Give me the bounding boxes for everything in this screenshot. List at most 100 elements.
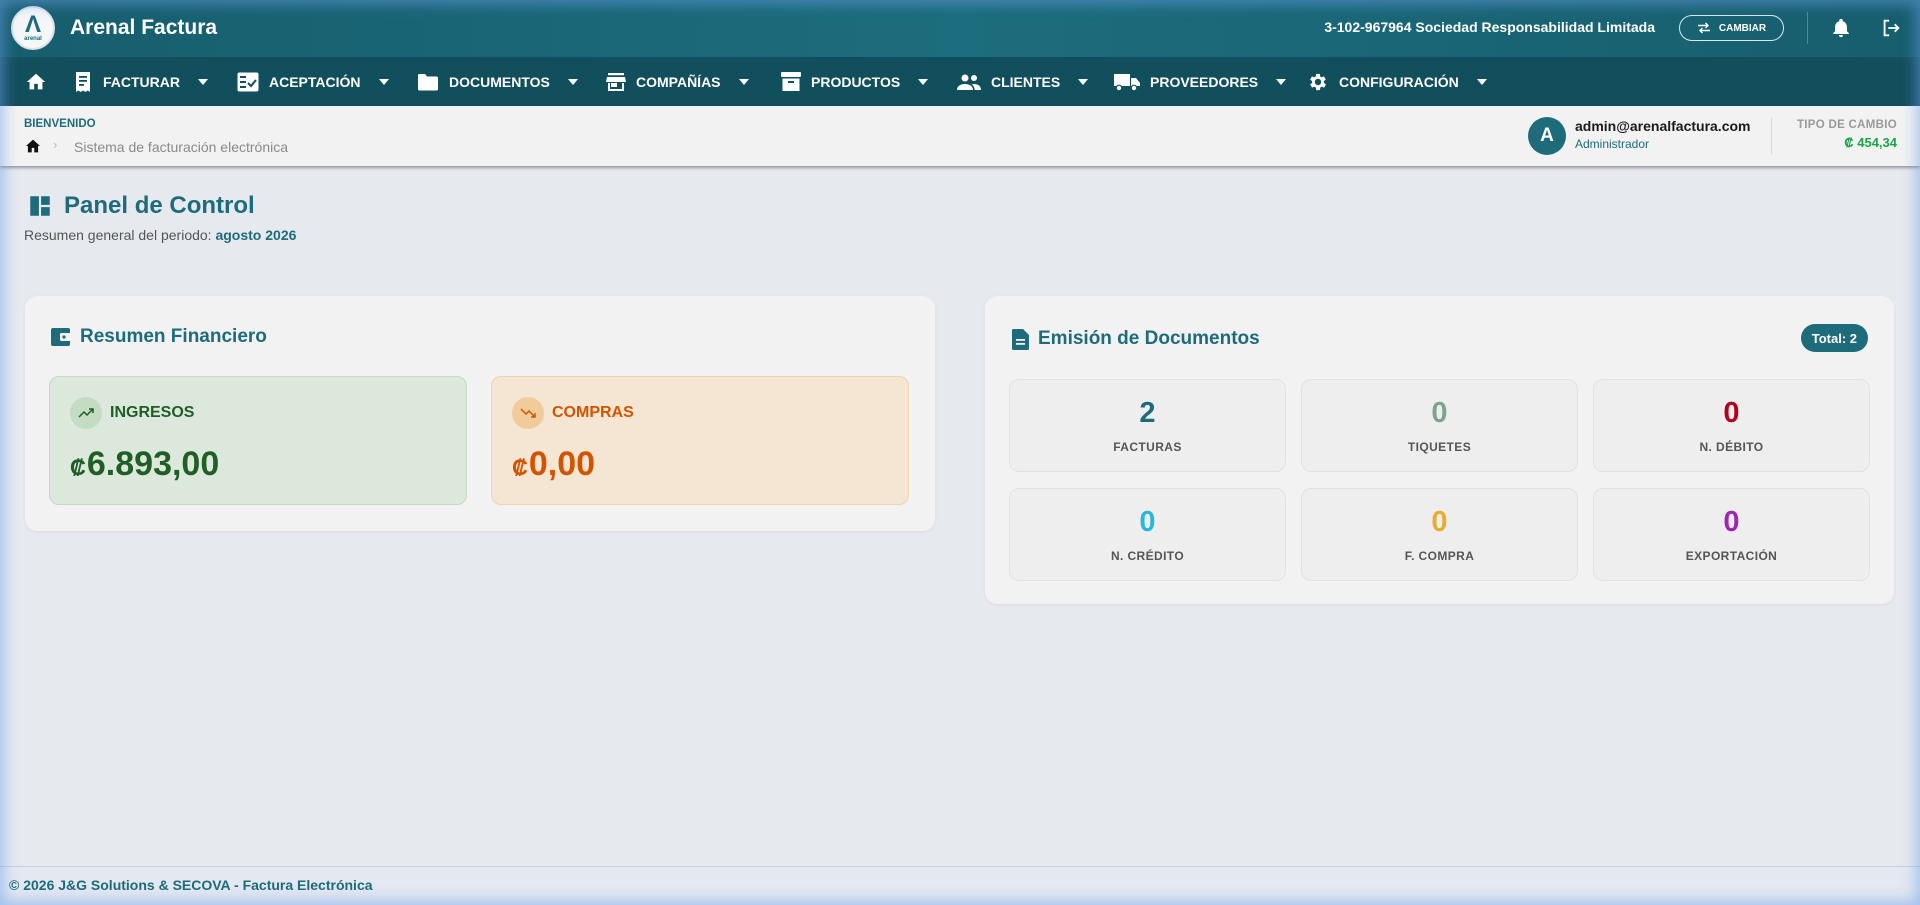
wallet-icon xyxy=(51,328,71,346)
nav-clientes[interactable]: CLIENTES xyxy=(957,57,1089,106)
purchases-value: ₡ 0,00 xyxy=(512,445,595,484)
trending-down-icon xyxy=(512,397,544,429)
subtitle-prefix: Resumen general del periodo: xyxy=(24,227,216,243)
breadcrumb-bar: BIENVENIDO › Sistema de facturación elec… xyxy=(0,106,1920,166)
total-badge: Total: 2 xyxy=(1800,324,1868,352)
nav-home[interactable] xyxy=(25,57,47,106)
chevron-down-icon xyxy=(1276,78,1287,85)
logo-mark: Λ xyxy=(24,10,41,38)
trending-up-icon xyxy=(70,397,102,429)
doc-tile-factura-compra[interactable]: 0 F. COMPRA xyxy=(1301,488,1578,581)
truck-icon xyxy=(1114,73,1140,91)
company-name: 3-102-967964 Sociedad Responsabilidad Li… xyxy=(1324,19,1655,35)
nav-label: COMPAÑÍAS xyxy=(636,73,721,90)
main-nav: FACTURAR ACEPTACIÓN DOCUMENTOS COMPAÑÍAS… xyxy=(0,57,1920,106)
exchange-rate-label: TIPO DE CAMBIO xyxy=(1796,119,1897,131)
archive-icon xyxy=(781,71,801,91)
card-heading: Emisión de Documentos xyxy=(1012,328,1260,350)
card-heading: Resumen Financiero xyxy=(51,326,267,348)
doc-count: 0 xyxy=(1723,506,1740,538)
purchases-card[interactable]: COMPRAS ₡ 0,00 xyxy=(491,376,909,505)
income-amount: 6.893,00 xyxy=(86,445,220,483)
bell-icon[interactable] xyxy=(1830,17,1852,39)
doc-tile-exportacion[interactable]: 0 EXPORTACIÓN xyxy=(1593,488,1870,581)
doc-tile-nota-debito[interactable]: 0 N. DÉBITO xyxy=(1593,379,1870,472)
store-icon xyxy=(606,72,626,91)
app-title: Arenal Factura xyxy=(70,16,218,39)
logo-wordmark: arenal xyxy=(24,35,42,42)
logout-icon[interactable] xyxy=(1880,17,1902,39)
dashboard-icon xyxy=(30,196,50,216)
currency-symbol: ₡ xyxy=(70,455,86,480)
chevron-down-icon xyxy=(738,78,749,85)
doc-label: TIQUETES xyxy=(1407,440,1472,454)
doc-count: 0 xyxy=(1431,397,1448,429)
chevron-down-icon xyxy=(918,78,929,85)
card-title: Resumen Financiero xyxy=(80,326,267,347)
chevron-right-icon: › xyxy=(53,137,58,152)
chevron-down-icon xyxy=(567,78,578,85)
nav-facturar[interactable]: FACTURAR xyxy=(73,57,208,106)
app-logo[interactable]: Λ arenal xyxy=(11,6,55,50)
switch-company-button[interactable]: CAMBIAR xyxy=(1679,15,1784,41)
home-icon[interactable] xyxy=(25,139,41,153)
nav-label: PRODUCTOS xyxy=(811,73,901,90)
doc-count: 0 xyxy=(1723,397,1740,429)
income-card[interactable]: INGRESOS ₡ 6.893,00 xyxy=(49,376,467,505)
footer-text: © 2026 J&G Solutions & SECOVA - Factura … xyxy=(9,877,373,893)
chevron-down-icon xyxy=(198,78,208,85)
nav-label: PROVEEDORES xyxy=(1150,73,1259,90)
chevron-down-icon xyxy=(378,78,389,85)
document-issuance-card: Emisión de Documentos Total: 2 2 FACTURA… xyxy=(985,296,1894,604)
nav-configuracion[interactable]: CONFIGURACIÓN xyxy=(1307,57,1487,106)
fact-check-icon xyxy=(237,72,259,91)
financial-summary-card: Resumen Financiero INGRESOS ₡ 6.893,00 CO… xyxy=(25,296,935,531)
period-value: agosto 2026 xyxy=(215,227,297,243)
people-icon xyxy=(957,74,981,90)
page-title: Panel de Control xyxy=(64,192,255,219)
breadcrumb-current: Sistema de facturación electrónica xyxy=(74,139,288,155)
nav-label: DOCUMENTOS xyxy=(449,73,550,90)
avatar[interactable]: A xyxy=(1528,117,1566,155)
income-value: ₡ 6.893,00 xyxy=(70,445,219,484)
income-label: INGRESOS xyxy=(110,404,195,421)
purchases-amount: 0,00 xyxy=(528,445,596,483)
swap-icon xyxy=(1697,22,1710,34)
receipt-icon xyxy=(76,71,90,92)
doc-count: 2 xyxy=(1139,397,1156,429)
document-icon xyxy=(1012,328,1029,350)
home-icon xyxy=(26,73,46,89)
doc-label: N. CRÉDITO xyxy=(1110,549,1185,563)
chevron-down-icon xyxy=(1078,78,1089,85)
doc-tile-facturas[interactable]: 2 FACTURAS xyxy=(1009,379,1286,472)
divider xyxy=(1771,118,1772,154)
topbar-divider xyxy=(1807,12,1808,44)
doc-count: 0 xyxy=(1139,506,1156,538)
nav-companias[interactable]: COMPAÑÍAS xyxy=(606,57,749,106)
doc-label: N. DÉBITO xyxy=(1699,440,1764,454)
nav-proveedores[interactable]: PROVEEDORES xyxy=(1114,57,1287,106)
chevron-down-icon xyxy=(1476,78,1487,85)
welcome-label: BIENVENIDO xyxy=(24,118,96,130)
doc-label: EXPORTACIÓN xyxy=(1685,549,1778,563)
doc-tile-nota-credito[interactable]: 0 N. CRÉDITO xyxy=(1009,488,1286,581)
nav-label: FACTURAR xyxy=(103,73,180,90)
page-subtitle: Resumen general del periodo: agosto 2026 xyxy=(24,227,296,243)
switch-company-label: CAMBIAR xyxy=(1718,22,1767,34)
doc-tile-tiquetes[interactable]: 0 TIQUETES xyxy=(1301,379,1578,472)
folder-icon xyxy=(418,73,438,90)
page-heading: Panel de Control xyxy=(27,192,255,220)
top-bar: Λ arenal Arenal Factura 3-102-967964 Soc… xyxy=(0,0,1920,57)
doc-label: F. COMPRA xyxy=(1404,549,1475,563)
purchases-label: COMPRAS xyxy=(552,404,634,421)
nav-productos[interactable]: PRODUCTOS xyxy=(781,57,929,106)
card-title: Emisión de Documentos xyxy=(1038,328,1260,349)
nav-label: ACEPTACIÓN xyxy=(269,73,361,90)
doc-label: FACTURAS xyxy=(1113,440,1182,454)
user-role: Administrador xyxy=(1575,137,1650,151)
nav-label: CLIENTES xyxy=(991,73,1061,90)
nav-aceptacion[interactable]: ACEPTACIÓN xyxy=(237,57,389,106)
nav-documentos[interactable]: DOCUMENTOS xyxy=(417,57,578,106)
footer: © 2026 J&G Solutions & SECOVA - Factura … xyxy=(0,866,1920,905)
exchange-rate-value: ₡ 454,34 xyxy=(1844,135,1897,150)
